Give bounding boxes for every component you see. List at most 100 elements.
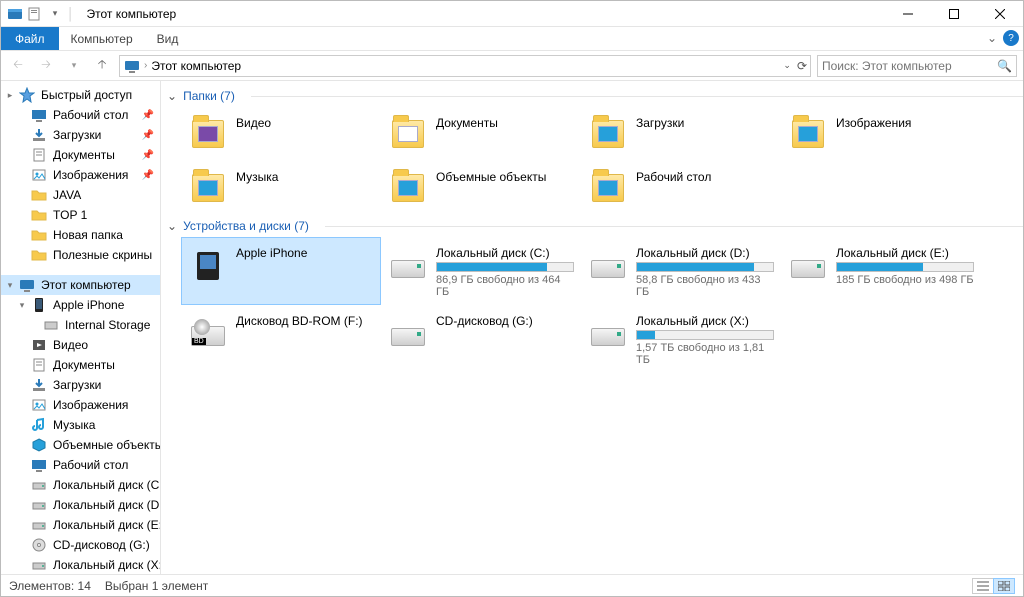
- nav-quick-item[interactable]: JAVA: [1, 185, 160, 205]
- nav-item-label: Документы: [53, 148, 115, 162]
- nav-item-label: TOP 1: [53, 208, 87, 222]
- nav-item-label: Документы: [53, 358, 115, 372]
- nav-pc-item[interactable]: Локальный диск (X:): [1, 555, 160, 574]
- nav-quick-item[interactable]: Полезные скрины: [1, 245, 160, 265]
- expand-icon[interactable]: ▾: [5, 280, 15, 291]
- device-tile[interactable]: Локальный диск (X:)1,57 ТБ свободно из 1…: [581, 305, 781, 373]
- nav-quick-item[interactable]: Загрузки📌: [1, 125, 160, 145]
- nav-this-pc[interactable]: ▾ Этот компьютер: [1, 275, 160, 295]
- search-box[interactable]: 🔍: [817, 55, 1017, 77]
- nav-quick-item[interactable]: Новая папка: [1, 225, 160, 245]
- nav-pc-item[interactable]: Загрузки: [1, 375, 160, 395]
- nav-item-label: Рабочий стол: [53, 108, 128, 122]
- maximize-button[interactable]: [931, 1, 977, 27]
- nav-back-button[interactable]: 🡠: [7, 55, 29, 77]
- nav-pc-item[interactable]: Изображения: [1, 395, 160, 415]
- tab-computer[interactable]: Компьютер: [59, 27, 145, 50]
- nav-pc-item[interactable]: Музыка: [1, 415, 160, 435]
- device-tile[interactable]: Локальный диск (C:) 86,9 ГБ свободно из 4…: [381, 237, 581, 305]
- search-icon[interactable]: 🔍: [997, 59, 1012, 73]
- app-icon: [7, 6, 23, 22]
- nav-pc-item[interactable]: Рабочий стол: [1, 455, 160, 475]
- tile-subtext: 86,9 ГБ свободно из 464 ГБ: [436, 274, 574, 298]
- nav-quick-item[interactable]: Рабочий стол 📌: [1, 105, 160, 125]
- tile-label: Локальный диск (C:): [436, 246, 574, 260]
- address-bar[interactable]: › Этот компьютер ⌄ ⟳: [119, 55, 811, 77]
- phone-icon: [31, 297, 47, 313]
- folder-tile[interactable]: Загрузки: [581, 107, 781, 161]
- device-tile[interactable]: Локальный диск (D:)58,8 ГБ свободно из 4…: [581, 237, 781, 305]
- folder-tile[interactable]: Изображения: [781, 107, 981, 161]
- breadcrumb[interactable]: Этот компьютер: [151, 59, 241, 73]
- image-icon: [31, 167, 47, 183]
- ribbon-expand-icon[interactable]: ⌄: [987, 31, 997, 45]
- folder-icon: [188, 114, 228, 154]
- nav-item-label: Этот компьютер: [41, 278, 131, 292]
- tile-label: Музыка: [236, 170, 374, 184]
- content-pane[interactable]: ⌄ Папки (7) ВидеоДокументыЗагрузкиИзобра…: [161, 81, 1023, 574]
- nav-pc-item[interactable]: Локальный диск (D:): [1, 495, 160, 515]
- nav-pc-item[interactable]: Документы: [1, 355, 160, 375]
- nav-pc-item[interactable]: Локальный диск (E:): [1, 515, 160, 535]
- pin-icon: 📌: [142, 110, 154, 121]
- tab-view[interactable]: Вид: [145, 27, 191, 50]
- close-button[interactable]: [977, 1, 1023, 27]
- view-tiles-button[interactable]: [993, 578, 1015, 594]
- hdd-icon: [31, 517, 47, 533]
- nav-pc-item[interactable]: Локальный диск (C:): [1, 475, 160, 495]
- folder-icon: [588, 114, 628, 154]
- device-tile[interactable]: BDДисковод BD-ROM (F:): [181, 305, 381, 373]
- nav-pc-item[interactable]: CD-дисковод (G:): [1, 535, 160, 555]
- nav-pc-item[interactable]: Видео: [1, 335, 160, 355]
- refresh-icon[interactable]: ⟳: [797, 59, 807, 73]
- group-header-devices-label: Устройства и диски (7): [183, 219, 309, 233]
- folder-tile[interactable]: Рабочий стол: [581, 161, 781, 215]
- tile-subtext: 185 ГБ свободно из 498 ГБ: [836, 274, 974, 286]
- qat-properties-icon[interactable]: [27, 6, 43, 22]
- group-header-folders[interactable]: ⌄ Папки (7): [161, 85, 1023, 107]
- folder-tile[interactable]: Документы: [381, 107, 581, 161]
- tab-file[interactable]: Файл: [1, 27, 59, 50]
- nav-quick-item[interactable]: TOP 1: [1, 205, 160, 225]
- expand-icon[interactable]: ▸: [5, 90, 15, 101]
- view-details-button[interactable]: [972, 578, 994, 594]
- nav-item-label: Apple iPhone: [53, 298, 124, 312]
- chevron-down-icon[interactable]: ⌄: [167, 219, 177, 233]
- expand-icon[interactable]: ▾: [17, 300, 27, 311]
- pc-icon: [19, 277, 35, 293]
- nav-forward-button[interactable]: 🡢: [35, 55, 57, 77]
- folder-icon: [788, 114, 828, 154]
- nav-pc-item[interactable]: Объемные объекты: [1, 435, 160, 455]
- nav-pc-child[interactable]: Internal Storage: [1, 315, 160, 335]
- search-input[interactable]: [822, 59, 1012, 73]
- hdd-icon: [31, 557, 47, 573]
- device-tile[interactable]: Локальный диск (E:)185 ГБ свободно из 49…: [781, 237, 981, 305]
- device-tile[interactable]: CD-дисковод (G:): [381, 305, 581, 373]
- status-selection: Выбран 1 элемент: [105, 579, 208, 593]
- folder-icon: [31, 207, 47, 223]
- window-title: Этот компьютер: [87, 7, 177, 21]
- nav-quick-item[interactable]: Изображения📌: [1, 165, 160, 185]
- folder-tile[interactable]: Объемные объекты: [381, 161, 581, 215]
- device-tile[interactable]: Apple iPhone: [181, 237, 381, 305]
- nav-quick-item[interactable]: Документы📌: [1, 145, 160, 165]
- nav-quick-access[interactable]: ▸Быстрый доступ: [1, 85, 160, 105]
- chevron-down-icon[interactable]: ⌄: [167, 89, 177, 103]
- help-icon[interactable]: ?: [1003, 30, 1019, 46]
- folder-tile[interactable]: Видео: [181, 107, 381, 161]
- nav-up-button[interactable]: 🡡: [91, 55, 113, 77]
- pin-icon: 📌: [142, 130, 154, 141]
- group-header-devices[interactable]: ⌄ Устройства и диски (7): [161, 215, 1023, 237]
- address-dropdown-icon[interactable]: ⌄: [783, 60, 791, 71]
- minimize-button[interactable]: [885, 1, 931, 27]
- qat-dropdown-icon[interactable]: ▾: [47, 6, 63, 22]
- tile-label: Рабочий стол: [636, 170, 774, 184]
- folder-tile[interactable]: Музыка: [181, 161, 381, 215]
- navigation-pane[interactable]: ▸Быстрый доступРабочий стол📌Загрузки📌Док…: [1, 81, 161, 574]
- hdd-icon: [788, 244, 828, 284]
- nav-pc-item[interactable]: ▾ Apple iPhone: [1, 295, 160, 315]
- nav-item-label: Internal Storage: [65, 318, 150, 332]
- nav-item-label: JAVA: [53, 188, 81, 202]
- capacity-bar: [836, 262, 974, 272]
- nav-recent-dropdown[interactable]: ▾: [63, 55, 85, 77]
